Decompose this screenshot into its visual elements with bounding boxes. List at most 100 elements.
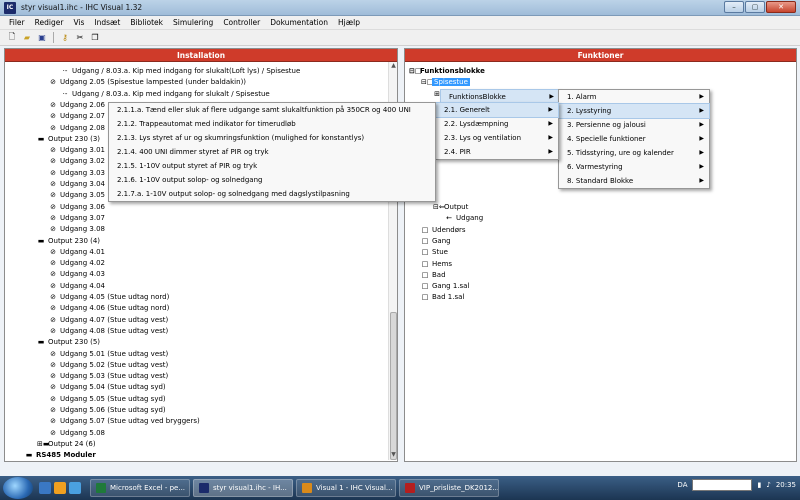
menu-item[interactable]: Indsæt [89,18,125,27]
tree-item[interactable]: □ Bad 1.sal [421,292,465,303]
tree-item[interactable]: ⊟⇐Output [433,202,468,213]
new-file-icon[interactable]: 🗋 [6,32,18,44]
menu-item[interactable]: Bibliotek [125,18,168,27]
menu-option[interactable]: 3. Persienne og jalousi ▶ [559,118,709,132]
tree-item[interactable]: ·- Udgang / 8.03.a. Kip med indgang for s… [61,66,301,77]
menu-option[interactable]: 4. Specielle funktioner ▶ [559,132,709,146]
close-button[interactable]: ✕ [766,1,796,13]
taskbar-button[interactable]: Microsoft Excel - pe... [90,479,190,497]
scroll-up-icon[interactable]: ▲ [389,62,397,71]
tree-item[interactable]: □ Gang [421,236,451,247]
tree-item[interactable]: ⊘ Udgang 5.07 (Stue udtag ved bryggers) [49,416,200,427]
menu-item[interactable]: Filer [4,18,30,27]
tree-item[interactable]: ⊘ Udgang 3.02 [49,156,105,167]
language-indicator[interactable]: DA [677,481,687,489]
menu-option[interactable]: 2. Lysstyring ▶ [558,103,710,119]
start-button[interactable] [3,477,33,499]
menu-option[interactable]: 2.1.1.a. Tænd eller sluk af flere udgang… [109,103,435,117]
key-icon[interactable]: ⚷ [59,32,71,44]
tree-item[interactable]: ⊘ Udgang 3.03 [49,168,105,179]
tree-item[interactable]: ·- Udgang / 8.03.a. Kip med indgang for s… [61,89,270,100]
tree-item[interactable]: □ Stue [421,247,448,258]
menu-item[interactable]: Vis [68,18,89,27]
menu-option[interactable]: 2.1. Generelt ▶ [435,102,559,118]
menu-option[interactable]: 2.1.3. Lys styret af ur og skumringsfunk… [109,131,435,145]
scroll-down-icon[interactable]: ▼ [389,451,397,460]
tree-item[interactable]: ⊘ Udgang 3.06 [49,202,105,213]
tree-item[interactable]: □ Hems [421,259,452,270]
tree-item-label: Gang [432,236,451,245]
menu-option[interactable]: 2.4. PIR ▶ [436,145,558,159]
menu-option[interactable]: 2.1.4. 400 UNI dimmer styret af PIR og t… [109,145,435,159]
tree-item[interactable]: ▬ Output 230 (3) [37,134,100,145]
tree-item[interactable]: ⊘ Udgang 2.07 [49,111,105,122]
tree-item[interactable]: ⊘ Udgang 4.02 [49,258,105,269]
menu-item[interactable]: Rediger [30,18,69,27]
search-field[interactable] [692,479,753,491]
menu-option[interactable]: 5. Tidsstyring, ure og kalender ▶ [559,146,709,160]
minimize-button[interactable]: – [724,1,744,13]
menu-option[interactable]: 2.1.7.a. 1-10V output solop- og solnedga… [109,187,435,201]
menu-item[interactable]: Dokumentation [265,18,333,27]
cut-icon[interactable]: ✂ [74,32,86,44]
tree-item[interactable]: ⊘ Udgang 5.08 [49,428,105,439]
tree-item[interactable]: ⊘ Udgang 5.04 (Stue udtag syd) [49,382,166,393]
module-icon: ⊞▬ [37,439,50,448]
menu-option[interactable]: 2.3. Lys og ventilation ▶ [436,131,558,145]
save-icon[interactable]: ▣ [36,32,48,44]
tree-item[interactable]: ⊘ Udgang 3.05 [49,190,105,201]
tree-item[interactable]: ⊘ Udgang 2.06 [49,100,105,111]
tree-item[interactable]: ⊘ Udgang 5.05 (Stue udtag syd) [49,394,166,405]
menu-item[interactable]: Controller [218,18,265,27]
tree-item[interactable]: ⊘ Udgang 4.03 [49,269,105,280]
tree-item[interactable]: ⊟□Funktionsblokke [409,66,485,77]
menu-option[interactable]: 2.1.2. Trappeautomat med indikator for t… [109,117,435,131]
tree-item[interactable]: ⊘ Udgang 4.07 (Stue udtag vest) [49,315,168,326]
tree-item[interactable]: ⊘ Udgang 3.01 [49,145,105,156]
menu-item[interactable]: Hjælp [333,18,365,27]
copy-icon[interactable]: ❐ [89,32,101,44]
tree-item[interactable]: ⊞▬Output 24 (6) [37,439,96,450]
tree-item[interactable]: ⊘ Udgang 4.05 (Stue udtag nord) [49,292,169,303]
menu-option[interactable]: 8. Standard Blokke ▶ [559,174,709,188]
tree-item[interactable]: ▬ RS485 Moduler [25,450,96,460]
taskbar-button[interactable]: Visual 1 - IHC Visual... [296,479,396,497]
open-folder-icon[interactable]: ▰ [21,32,33,44]
tree-item[interactable]: ▬ Output 230 (4) [37,236,100,247]
tree-item[interactable]: □ Udendørs [421,225,466,236]
tree-item[interactable]: ⊘ Udgang 4.06 (Stue udtag nord) [49,303,169,314]
menu-item[interactable]: Simulering [168,18,218,27]
tree-item[interactable]: ⊘ Udgang 5.06 (Stue udtag syd) [49,405,166,416]
clock[interactable]: 20:35 [776,481,796,489]
explorer-icon[interactable] [54,482,66,494]
browser-icon[interactable] [69,482,81,494]
tree-item[interactable]: ⊟□Spisestue [421,77,470,88]
tree-item[interactable]: ⊘ Udgang 3.04 [49,179,105,190]
taskbar-button[interactable]: VIP_prisliste_DK2012... [399,479,499,497]
tree-item[interactable]: ⊘ Udgang 2.05 (Spisestue lampested (under… [49,77,246,88]
network-icon[interactable]: ▮ [757,481,761,489]
menu-option[interactable]: 2.1.6. 1-10V output solop- og solnedgang [109,173,435,187]
maximize-button[interactable]: ▢ [745,1,765,13]
tree-item[interactable]: ⊘ Udgang 4.08 (Stue udtag vest) [49,326,168,337]
menu-option[interactable]: 2.1.5. 1-10V output styret af PIR og try… [109,159,435,173]
tree-item[interactable]: ⊘ Udgang 3.07 [49,213,105,224]
menu-option[interactable]: 1. Alarm ▶ [559,90,709,104]
menu-option[interactable]: 2.2. Lysdæmpning ▶ [436,117,558,131]
taskbar-button[interactable]: styr visual1.ihc - IH... [193,479,293,497]
tree-item[interactable]: ⊘ Udgang 4.01 [49,247,105,258]
scroll-thumb[interactable] [390,312,397,460]
tree-item[interactable]: ⊘ Udgang 5.02 (Stue udtag vest) [49,360,168,371]
tree-item[interactable]: ⊘ Udgang 3.08 [49,224,105,235]
tree-item[interactable]: ← Udgang [445,213,483,224]
tree-item[interactable]: ▬ Output 230 (5) [37,337,100,348]
tree-item[interactable]: □ Bad [421,270,446,281]
menu-option[interactable]: 6. Varmestyring ▶ [559,160,709,174]
show-desktop-icon[interactable] [39,482,51,494]
tree-item[interactable]: □ Gang 1.sal [421,281,470,292]
tree-item[interactable]: ⊘ Udgang 5.03 (Stue udtag vest) [49,371,168,382]
tree-item[interactable]: ⊘ Udgang 4.04 [49,281,105,292]
tree-item[interactable]: ⊘ Udgang 2.08 [49,123,105,134]
tree-item[interactable]: ⊘ Udgang 5.01 (Stue udtag vest) [49,349,168,360]
volume-icon[interactable]: ♪ [766,481,770,489]
